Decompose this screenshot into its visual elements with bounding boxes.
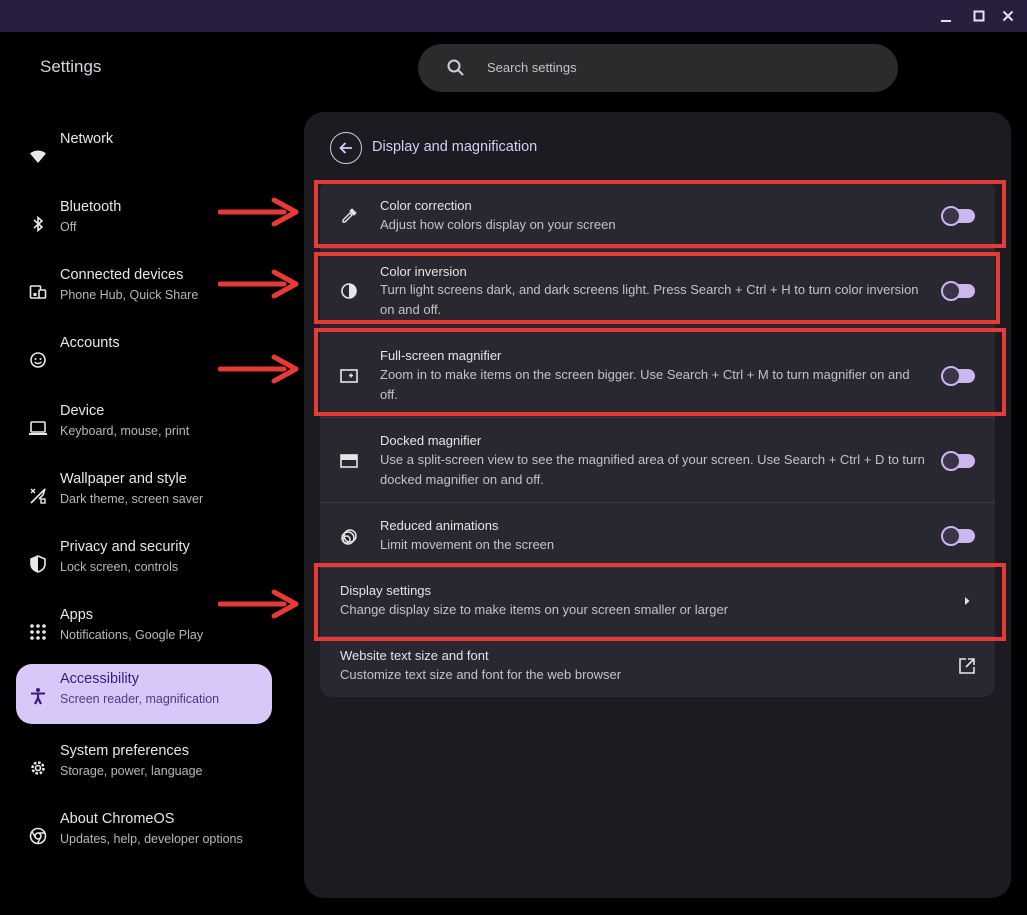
sidebar-item-sublabel: Notifications, Google Play — [60, 628, 204, 642]
sidebar-item-sublabel: Lock screen, controls — [60, 560, 179, 574]
highlight-box-full-screen-magnifier — [314, 328, 1006, 416]
sidebar-item-sublabel: Off — [60, 220, 77, 234]
sidebar-item-about-chromeos[interactable]: About ChromeOS Updates, help, developer … — [16, 804, 272, 864]
apps-grid-icon — [28, 622, 48, 642]
sidebar-item-system-preferences[interactable]: System preferences Storage, power, langu… — [16, 736, 272, 796]
sidebar-item-sublabel: Storage, power, language — [60, 764, 203, 778]
docked-magnifier-row[interactable]: Docked magnifier Use a split-screen view… — [320, 421, 995, 501]
search-input[interactable]: Search settings — [487, 60, 577, 75]
sidebar-item-label: Apps — [60, 607, 94, 623]
sidebar-item-sublabel: Dark theme, screen saver — [60, 492, 204, 506]
docked-magnifier-icon — [338, 450, 360, 472]
sidebar-item-label: Privacy and security — [60, 539, 190, 555]
setting-description: Limit movement on the screen — [380, 537, 555, 552]
sidebar-item-label: Network — [60, 131, 114, 147]
toggle-knob — [941, 526, 961, 546]
laptop-icon — [28, 418, 48, 438]
bluetooth-icon — [28, 214, 48, 234]
setting-title: Website text size and font — [340, 648, 489, 663]
annotation-arrow-icon — [218, 354, 299, 384]
search-bar[interactable]: Search settings — [418, 44, 898, 92]
title-bar — [0, 0, 1027, 32]
setting-title: Reduced animations — [380, 518, 499, 533]
divider — [320, 502, 995, 503]
search-icon — [447, 59, 464, 76]
minimize-icon — [941, 20, 951, 22]
divider — [320, 417, 995, 418]
shield-icon — [28, 554, 48, 574]
sidebar-item-label: Accessibility — [60, 671, 139, 687]
connected-devices-icon — [28, 282, 48, 302]
sidebar-item-label: System preferences — [60, 743, 189, 759]
setting-title: Docked magnifier — [380, 433, 482, 448]
divider — [320, 248, 995, 249]
setting-description: Customize text size and font for the web… — [340, 667, 622, 682]
sidebar-item-sublabel: Phone Hub, Quick Share — [60, 288, 199, 302]
docked-magnifier-toggle[interactable] — [941, 451, 975, 471]
app-title: Settings — [40, 57, 102, 76]
accessibility-icon — [28, 686, 48, 706]
sidebar-item-sublabel: Keyboard, mouse, print — [60, 424, 190, 438]
toggle-knob — [941, 451, 961, 471]
account-icon — [28, 350, 48, 370]
highlight-box-color-inversion — [314, 252, 1000, 324]
maximize-button[interactable] — [969, 6, 989, 26]
sidebar-item-label: Bluetooth — [60, 199, 122, 215]
setting-description: Use a split-screen view to see the magni… — [380, 452, 925, 487]
maximize-icon — [973, 10, 985, 22]
sidebar-item-label: Accounts — [60, 335, 120, 351]
reduced-animations-row[interactable]: Reduced animations Limit movement on the… — [320, 506, 995, 562]
back-arrow-icon — [339, 142, 352, 154]
back-button[interactable] — [330, 132, 362, 164]
sidebar-item-sublabel: Updates, help, developer options — [60, 832, 243, 846]
annotation-arrow-icon — [218, 197, 299, 227]
close-button[interactable] — [998, 6, 1018, 26]
close-icon — [1002, 10, 1014, 22]
sidebar-item-network[interactable]: Network — [16, 124, 272, 184]
page-title: Display and magnification — [372, 139, 538, 155]
highlight-box-color-correction — [314, 180, 1006, 248]
wifi-icon — [28, 146, 48, 166]
sidebar-item-wallpaper[interactable]: Wallpaper and style Dark theme, screen s… — [16, 464, 272, 524]
sidebar-item-privacy[interactable]: Privacy and security Lock screen, contro… — [16, 532, 272, 592]
highlight-box-display-settings — [314, 563, 1006, 641]
open-external-icon[interactable] — [957, 656, 977, 676]
sidebar-item-accessibility[interactable]: Accessibility Screen reader, magnificati… — [16, 664, 272, 724]
sidebar-item-label: Wallpaper and style — [60, 471, 187, 487]
chrome-icon — [28, 826, 48, 846]
gear-icon — [28, 758, 48, 778]
sidebar-item-label: About ChromeOS — [60, 811, 175, 827]
palette-icon — [28, 486, 48, 506]
sidebar-item-sublabel: Screen reader, magnification — [60, 692, 220, 706]
minimize-button[interactable] — [936, 6, 956, 26]
reduced-animations-toggle[interactable] — [941, 526, 975, 546]
annotation-arrow-icon — [218, 589, 299, 619]
website-text-size-row[interactable]: Website text size and font Customize tex… — [320, 636, 995, 696]
annotation-arrow-icon — [218, 269, 299, 299]
sidebar-item-label: Device — [60, 403, 105, 419]
sidebar-item-device[interactable]: Device Keyboard, mouse, print — [16, 396, 272, 456]
animation-icon — [338, 526, 360, 548]
sidebar-item-label: Connected devices — [60, 267, 184, 283]
